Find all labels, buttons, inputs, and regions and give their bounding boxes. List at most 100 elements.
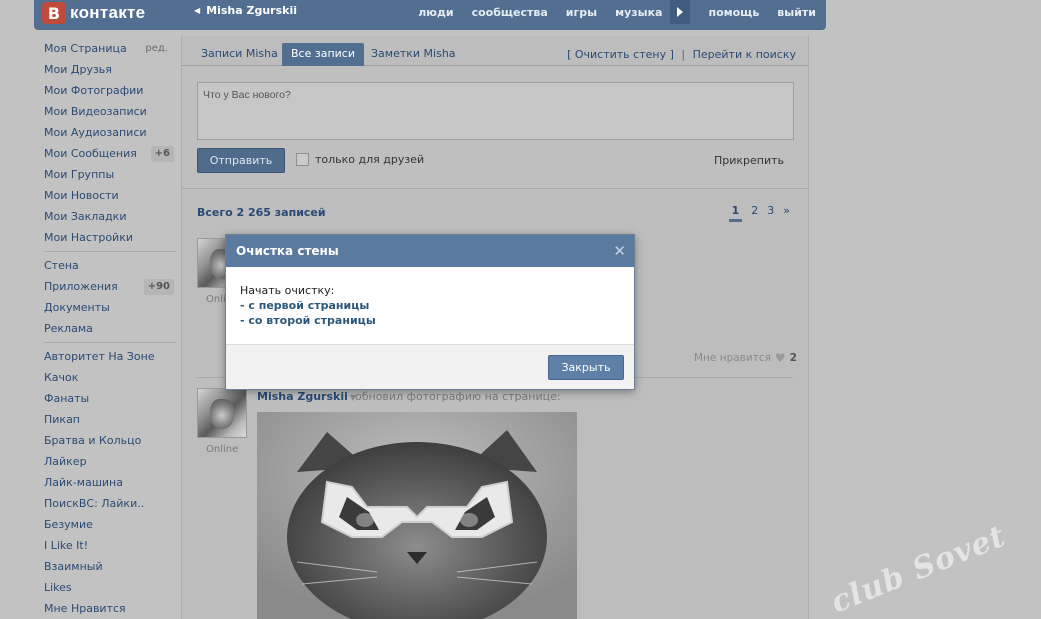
sidebar-group-main: Моя Страница ред. Мои Друзья Мои Фотографии… — [44, 38, 174, 248]
sidebar-item-label: Моя Страница — [44, 42, 127, 55]
sidebar-divider — [44, 251, 176, 252]
records-bar: Всего 2 265 записей 1 2 3 » — [182, 201, 808, 223]
nav-people[interactable]: люди — [418, 6, 453, 19]
sidebar-item[interactable]: Мои Фотографии — [44, 80, 174, 101]
sidebar-divider — [44, 342, 176, 343]
post-author-name: Misha Zgurskii — [257, 390, 348, 403]
post-author-link[interactable]: Misha Zgurskii ▼ — [257, 390, 356, 403]
pagination: 1 2 3 » — [728, 204, 790, 222]
close-icon[interactable]: ✕ — [613, 235, 626, 267]
sidebar-item[interactable]: Безумие — [44, 514, 174, 535]
dialog-title: Очистка стены — [236, 244, 339, 258]
send-button[interactable]: Отправить — [197, 148, 285, 173]
sidebar-item[interactable]: Качок — [44, 367, 174, 388]
page-2[interactable]: 2 — [751, 204, 758, 222]
like-count: 2 — [789, 352, 797, 364]
counter-badge: +90 — [143, 279, 174, 295]
back-arrow-icon: ◀ — [194, 6, 201, 15]
tab-misha-notes[interactable]: Заметки Misha — [362, 43, 465, 66]
like-button[interactable]: Мне нравится ♥ 2 — [694, 351, 797, 365]
sidebar-item[interactable]: Фанаты — [44, 388, 174, 409]
sidebar-item-label: Likes — [44, 581, 72, 594]
nav-help[interactable]: помощь — [708, 6, 759, 19]
sidebar-item[interactable]: Моя Страница ред. — [44, 38, 174, 59]
friends-only-label: только для друзей — [315, 153, 425, 166]
sidebar-group-apps: Авторитет На Зоне Качок Фанаты Пикап Братва … — [44, 346, 174, 619]
sidebar-item[interactable]: Мои Сообщения +6 — [44, 143, 174, 164]
sidebar-item-label: Мои Настройки — [44, 231, 133, 244]
sidebar-item[interactable]: Реклама — [44, 318, 174, 339]
sidebar-item[interactable]: Стена — [44, 255, 174, 276]
vk-logo[interactable]: B контакте — [42, 1, 145, 25]
sidebar-item-label: Авторитет На Зоне — [44, 350, 155, 363]
post-action-text: обновил фотографию на странице: — [355, 390, 561, 403]
total-records: Всего 2 265 записей — [197, 206, 326, 219]
option-from-first-page[interactable]: - с первой страницы — [240, 298, 620, 313]
sidebar-item[interactable]: Мои Друзья — [44, 59, 174, 80]
sidebar-item[interactable]: Likes — [44, 577, 174, 598]
sidebar-item-label: ПоискВС: Лайки.. — [44, 497, 145, 510]
sidebar-item[interactable]: Мне Нравится — [44, 598, 174, 619]
sidebar-item[interactable]: Пикап — [44, 409, 174, 430]
sidebar-item-label: Мои Фотографии — [44, 84, 144, 97]
edit-link[interactable]: ред. — [145, 38, 168, 59]
wall-actions: [ Очистить стену ] | Перейти к поиску — [567, 48, 796, 61]
friends-only-checkbox[interactable] — [296, 153, 309, 166]
sidebar-item[interactable]: Мои Закладки — [44, 206, 174, 227]
dialog-prompt: Начать очистку: — [240, 284, 335, 297]
top-header: B контакте ◀ Misha Zgurskii люди сообщес… — [34, 0, 826, 30]
post-composer: Что у Вас нового? Отправить только для д… — [182, 67, 808, 189]
nav-logout[interactable]: выйти — [777, 6, 816, 19]
music-play-button[interactable] — [670, 0, 691, 24]
sidebar-item[interactable]: Авторитет На Зоне — [44, 346, 174, 367]
option-from-second-page[interactable]: - со второй страницы — [240, 313, 620, 328]
like-label: Мне нравится — [694, 352, 771, 364]
sidebar-item[interactable]: Братва и Кольцо — [44, 430, 174, 451]
new-post-input[interactable]: Что у Вас нового? — [197, 82, 794, 140]
post-avatar[interactable] — [197, 388, 247, 438]
counter-badge: +6 — [150, 146, 174, 162]
sidebar-item[interactable]: Мои Аудиозаписи — [44, 122, 174, 143]
header-nav: люди сообщества игры музыка помощь выйти — [400, 0, 816, 24]
sidebar-item[interactable]: Приложения +90 — [44, 276, 174, 297]
clear-wall-dialog: Очистка стены ✕ Начать очистку: - с перв… — [225, 234, 635, 390]
page-1[interactable]: 1 — [728, 204, 743, 222]
nav-music[interactable]: музыка — [615, 6, 662, 19]
page-3[interactable]: 3 — [767, 204, 774, 222]
nav-games[interactable]: игры — [566, 6, 597, 19]
clear-wall-link[interactable]: [ Очистить стену ] — [567, 48, 674, 61]
header-user-link[interactable]: ◀ Misha Zgurskii — [194, 4, 297, 17]
sidebar-item[interactable]: Мои Новости — [44, 185, 174, 206]
close-button[interactable]: Закрыть — [548, 355, 624, 380]
wall-tabs: Записи Misha Все записи Заметки Misha [ … — [182, 36, 808, 66]
sidebar-item[interactable]: Лайк-машина — [44, 472, 174, 493]
sidebar-item[interactable]: ПоискВС: Лайки.. — [44, 493, 174, 514]
sidebar-item-label: Стена — [44, 259, 79, 272]
heart-icon: ♥ — [774, 351, 786, 365]
dialog-footer: Закрыть — [226, 345, 634, 389]
attach-link[interactable]: Прикрепить — [714, 154, 784, 167]
post-photo[interactable] — [257, 412, 577, 619]
page-next[interactable]: » — [783, 204, 790, 222]
sidebar-item[interactable]: Документы — [44, 297, 174, 318]
tab-all-posts[interactable]: Все записи — [282, 43, 364, 66]
friends-only-toggle[interactable]: только для друзей — [296, 153, 424, 166]
sidebar-item-label: Мои Сообщения — [44, 147, 137, 160]
sidebar-item-label: Мои Друзья — [44, 63, 112, 76]
sidebar-item-label: Взаимный — [44, 560, 103, 573]
sidebar-item[interactable]: Мои Видеозаписи — [44, 101, 174, 122]
sidebar-item[interactable]: Лайкер — [44, 451, 174, 472]
sidebar-item-label: Приложения — [44, 280, 118, 293]
tab-misha-posts[interactable]: Записи Misha — [192, 43, 287, 66]
sidebar-item[interactable]: Мои Настройки — [44, 227, 174, 248]
logo-badge: B — [42, 2, 66, 24]
nav-communities[interactable]: сообщества — [472, 6, 548, 19]
sidebar-item-label: Лайк-машина — [44, 476, 123, 489]
cat-face — [210, 399, 234, 429]
sidebar-item[interactable]: I Like It! — [44, 535, 174, 556]
sidebar-item[interactable]: Мои Группы — [44, 164, 174, 185]
sidebar-item-label: Качок — [44, 371, 79, 384]
go-to-search-link[interactable]: Перейти к поиску — [693, 48, 796, 61]
sidebar-item[interactable]: Взаимный — [44, 556, 174, 577]
dialog-header: Очистка стены ✕ — [226, 235, 634, 267]
